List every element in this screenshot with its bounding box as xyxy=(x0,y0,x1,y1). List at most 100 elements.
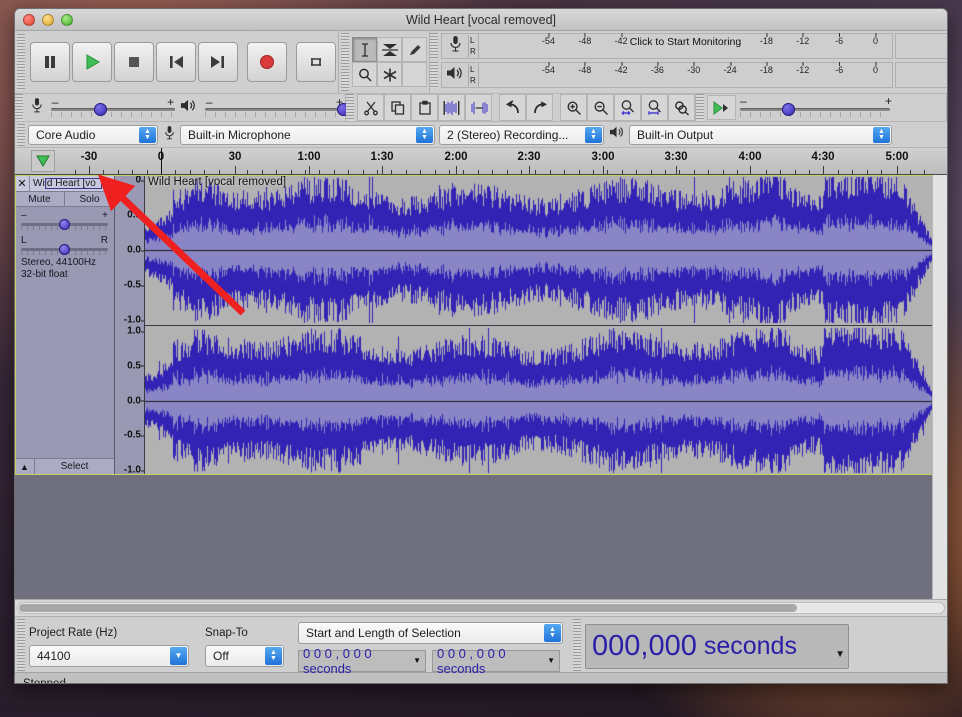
zoom-out-button[interactable] xyxy=(587,94,614,121)
chevron-down-icon[interactable]: ▼ xyxy=(413,656,421,665)
draw-tool-button[interactable] xyxy=(402,37,427,62)
timeline-ruler[interactable]: -300301:001:302:002:303:003:304:004:305:… xyxy=(15,147,947,175)
undo-button[interactable] xyxy=(499,94,526,121)
audio-position-unit: seconds xyxy=(703,632,797,660)
record-meter[interactable]: L R -54 -48 -42 -18 -12 -6 0 Click to Start Mon… xyxy=(441,33,893,59)
device-toolbar-grip[interactable] xyxy=(17,124,25,146)
redo-button[interactable] xyxy=(526,94,553,121)
recording-device-select[interactable]: Built-in Microphone ▲ ▼ xyxy=(180,124,435,145)
play-meter-grip[interactable] xyxy=(430,62,438,88)
snap-to-select[interactable]: Off ▲ ▼ xyxy=(205,644,284,667)
close-window-button[interactable] xyxy=(23,14,35,26)
tools-toolbar-grip[interactable] xyxy=(341,33,349,91)
fit-project-button[interactable] xyxy=(641,94,668,121)
mixer-toolbar-grip[interactable] xyxy=(15,94,23,121)
vertical-ruler-label: 0.0 xyxy=(127,395,144,406)
track-mute-button[interactable]: Mute xyxy=(15,192,65,206)
skip-to-end-button[interactable] xyxy=(198,42,238,82)
selection-mode-select[interactable]: Start and Length of Selection ▲ ▼ xyxy=(298,621,563,644)
speed-slider-plus-label: + xyxy=(884,93,892,108)
timeline-minor-tick xyxy=(219,170,220,174)
selection-tool-button[interactable] xyxy=(352,37,377,62)
timeline-minor-tick xyxy=(319,170,320,174)
playback-device-select[interactable]: Built-in Output ▲ ▼ xyxy=(629,124,892,145)
skip-to-start-button[interactable] xyxy=(156,42,196,82)
track-close-button[interactable]: ✕ xyxy=(15,175,30,191)
zoom-toggle-button[interactable] xyxy=(668,94,695,121)
zoom-in-button[interactable] xyxy=(560,94,587,121)
horizontal-scrollbar[interactable] xyxy=(17,602,945,614)
paste-button[interactable] xyxy=(411,94,438,121)
maximize-window-button[interactable] xyxy=(61,14,73,26)
play-at-speed-button[interactable] xyxy=(707,95,736,120)
timeline-major-tick xyxy=(823,166,824,174)
transport-toolbar-grip[interactable] xyxy=(17,34,25,90)
fit-selection-button[interactable] xyxy=(614,94,641,121)
window-controls xyxy=(23,14,73,26)
speed-slider-thumb[interactable] xyxy=(781,103,795,116)
envelope-tool-button[interactable] xyxy=(377,37,402,62)
recording-channels-select[interactable]: 2 (Stereo) Recording... ▲ ▼ xyxy=(439,124,604,145)
play-speed-toolbar-grip[interactable] xyxy=(696,94,704,121)
edit-toolbar xyxy=(346,94,696,121)
track-name-field[interactable]: Wild Heart [vo xyxy=(30,177,102,189)
edit-toolbar-grip[interactable] xyxy=(346,94,354,121)
waveform-channel-left[interactable] xyxy=(145,175,934,325)
input-slider-thumb[interactable] xyxy=(93,103,107,116)
track-header: ✕ Wild Heart [vo ▼ xyxy=(15,175,114,192)
copy-button[interactable] xyxy=(384,94,411,121)
play-button[interactable] xyxy=(72,42,112,82)
timeline-major-tick xyxy=(235,166,236,174)
audio-position-display[interactable]: 000,000 seconds ▼ xyxy=(585,624,849,669)
record-meter-grip[interactable] xyxy=(430,33,438,59)
vertical-scrollbar[interactable] xyxy=(932,175,947,599)
waveform-channel-right[interactable] xyxy=(145,325,934,474)
track-select-button[interactable]: Select xyxy=(35,459,114,474)
selection-length-time-field[interactable]: 0 0 0 , 0 0 0 seconds ▼ xyxy=(432,646,560,676)
loop-button[interactable] xyxy=(296,42,336,82)
track-waveform-area[interactable]: Wild Heart [vocal removed] xyxy=(145,175,934,474)
horizontal-scrollbar-thumb[interactable] xyxy=(19,604,797,612)
pinned-play-head-button[interactable] xyxy=(31,150,55,172)
audacity-window: Wild Heart [vocal removed] L R -54 -48 -… xyxy=(14,8,948,684)
gain-slider-thumb[interactable] xyxy=(59,219,70,230)
track-solo-button[interactable]: Solo xyxy=(65,192,114,206)
meter-tick-label: -6 xyxy=(835,62,843,75)
track-menu-arrow-icon[interactable]: ▼ xyxy=(102,179,114,188)
record-button[interactable] xyxy=(247,42,287,82)
selection-mode-value: Start and Length of Selection xyxy=(306,625,461,640)
output-volume-slider[interactable]: – + xyxy=(202,95,350,121)
track-collapse-button[interactable]: ▲ xyxy=(15,459,35,474)
multi-tool-button[interactable] xyxy=(377,62,402,87)
chevron-down-icon[interactable]: ▼ xyxy=(835,649,845,660)
silence-button[interactable] xyxy=(465,94,492,121)
microphone-icon xyxy=(442,35,468,57)
timeline-minor-tick xyxy=(838,170,839,174)
pan-slider-thumb[interactable] xyxy=(59,244,70,255)
timeline-minor-tick xyxy=(435,170,436,174)
play-meter[interactable]: L R -54 -48 -42 -36 -30 -24 -18 -12 -6 0 xyxy=(441,62,893,88)
track-gain-slider[interactable]: – + xyxy=(15,207,114,230)
track-format-info: Stereo, 44100Hz 32-bit float xyxy=(15,251,114,287)
track-pan-slider[interactable]: L R xyxy=(15,232,114,255)
project-rate-select[interactable]: 44100 ▼ xyxy=(29,644,189,667)
zoom-tool-button[interactable] xyxy=(352,62,377,87)
meter-tick-label: -6 xyxy=(835,33,843,46)
minimize-window-button[interactable] xyxy=(42,14,54,26)
selection-start-time-field[interactable]: 0 0 0 , 0 0 0 seconds ▼ xyxy=(298,646,426,676)
cut-button[interactable] xyxy=(357,94,384,121)
project-rate-value: 44100 xyxy=(37,648,71,663)
audio-host-select[interactable]: Core Audio ▲ ▼ xyxy=(28,124,158,145)
record-meter-bar[interactable]: -54 -48 -42 -18 -12 -6 0 Click to Start Monitor… xyxy=(478,33,892,58)
stop-button[interactable] xyxy=(114,42,154,82)
pause-button[interactable] xyxy=(30,42,70,82)
time-toolbar-grip[interactable] xyxy=(573,619,581,671)
trim-button[interactable] xyxy=(438,94,465,121)
chevron-down-icon[interactable]: ▼ xyxy=(547,656,555,665)
vertical-ruler-label: 0.5 xyxy=(127,210,144,221)
play-meter-bar[interactable]: -54 -48 -42 -36 -30 -24 -18 -12 -6 0 xyxy=(478,62,892,87)
selection-toolbar-grip[interactable] xyxy=(17,619,25,671)
speaker-icon xyxy=(442,65,468,86)
play-speed-slider[interactable]: – + xyxy=(736,95,896,121)
input-volume-slider[interactable]: – + xyxy=(48,95,176,121)
